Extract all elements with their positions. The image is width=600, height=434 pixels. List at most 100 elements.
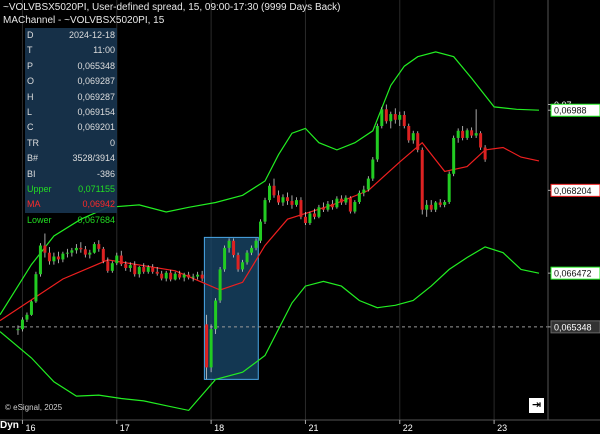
candle-body	[366, 178, 370, 190]
candle-body	[56, 256, 60, 260]
candle-body	[290, 201, 294, 205]
candle-body	[151, 267, 155, 272]
candle-body	[83, 249, 87, 255]
data-window-row: Lower 0,067684	[25, 213, 117, 228]
candle-body	[380, 109, 384, 126]
candle-body	[164, 272, 168, 279]
candle-body	[353, 202, 357, 212]
candle-body	[483, 147, 487, 160]
data-window-value: 0,069154	[77, 106, 115, 117]
candle-body	[371, 159, 375, 179]
data-window-row: TR 0	[25, 136, 117, 151]
price-axis-label: 0,06988	[554, 106, 587, 116]
candle-body	[169, 272, 173, 280]
candle-body	[407, 126, 411, 141]
candle-body	[348, 197, 352, 212]
candle-body	[52, 256, 56, 262]
candle-body	[47, 252, 51, 262]
candle-body	[393, 114, 397, 120]
time-axis-label: 17	[120, 423, 130, 433]
data-window-key: P	[27, 60, 34, 71]
candle-body	[398, 115, 402, 120]
dyn-label[interactable]: Dyn	[0, 420, 19, 431]
candle-body	[375, 126, 379, 160]
candle-body	[259, 221, 263, 241]
candle-body	[438, 202, 442, 205]
data-window-row: MA 0,06942	[25, 197, 117, 212]
candle-body	[452, 137, 456, 174]
candle-body	[429, 204, 433, 210]
data-window-value: 0,069287	[77, 91, 115, 102]
data-window-value: 0,071155	[78, 183, 115, 194]
chart-title: ~VOLVBSX5020PI, User-defined spread, 15,…	[3, 2, 341, 13]
goto-end-icon[interactable]: ⇥	[529, 398, 544, 413]
data-window-row: T 11:00	[25, 43, 117, 58]
data-window-value: 0	[109, 137, 115, 148]
time-axis-label: 16	[25, 423, 35, 433]
data-window-key: Lower	[27, 214, 52, 225]
data-window-key: T	[27, 45, 33, 56]
candle-body	[420, 149, 424, 210]
price-axis-label: 0,065348	[554, 322, 592, 332]
candle-body	[38, 245, 42, 275]
candle-body	[443, 202, 447, 205]
candle-body	[317, 207, 321, 217]
candle-body	[416, 133, 420, 150]
candle-body	[29, 301, 33, 315]
candle-body	[178, 273, 182, 278]
candle-body	[70, 250, 74, 253]
candle-body	[447, 173, 451, 203]
candle-body	[281, 197, 285, 203]
candle-body	[326, 203, 330, 210]
candle-body	[339, 198, 343, 203]
time-axis-label: 23	[497, 423, 507, 433]
candle-body	[101, 248, 105, 262]
data-window-value: 0,069201	[77, 122, 115, 133]
candle-body	[124, 264, 128, 268]
candle-body	[357, 192, 361, 203]
price-axis-label: 0,068204	[554, 186, 592, 196]
candle-body	[330, 203, 334, 208]
candle-body	[187, 274, 191, 278]
candle-body	[470, 130, 474, 136]
time-axis-label: 18	[214, 423, 224, 433]
candle-body	[106, 261, 110, 271]
candle-body	[155, 271, 159, 274]
candle-body	[97, 244, 101, 249]
candle-body	[146, 267, 150, 272]
candle-body	[92, 244, 96, 253]
data-window-row: D 2024-12-18	[25, 28, 117, 43]
data-window-key: TR	[27, 137, 39, 148]
candle-body	[25, 314, 29, 320]
candle-body	[173, 273, 177, 280]
time-axis-label: 21	[308, 423, 318, 433]
candle-body	[160, 273, 164, 279]
data-window-row: L 0,069154	[25, 105, 117, 120]
data-window-value: 0,06942	[82, 199, 115, 210]
data-window-key: H	[27, 91, 34, 102]
candle-body	[133, 265, 137, 275]
candle-body	[276, 195, 280, 203]
candle-body	[268, 185, 272, 201]
candle-body	[425, 204, 429, 210]
time-axis[interactable]	[0, 420, 600, 434]
candle-body	[65, 252, 69, 254]
copyright-label: © eSignal, 2025	[5, 403, 63, 412]
candle-body	[191, 276, 195, 278]
candle-body	[245, 252, 249, 263]
candle-body	[362, 189, 366, 193]
candle-body	[389, 114, 393, 122]
time-axis-label: 22	[403, 423, 413, 433]
price-axis[interactable]	[548, 0, 600, 420]
candle-body	[209, 329, 213, 368]
candle-body	[79, 247, 83, 250]
candle-body	[335, 198, 339, 208]
data-window-row: B# 3528/3914	[25, 151, 117, 166]
candle-body	[214, 300, 218, 330]
candle-body	[110, 263, 114, 271]
candle-body	[128, 265, 132, 268]
candle-body	[241, 262, 245, 270]
candle-body	[205, 324, 209, 368]
candle-body	[474, 133, 478, 136]
candle-body	[223, 247, 227, 270]
